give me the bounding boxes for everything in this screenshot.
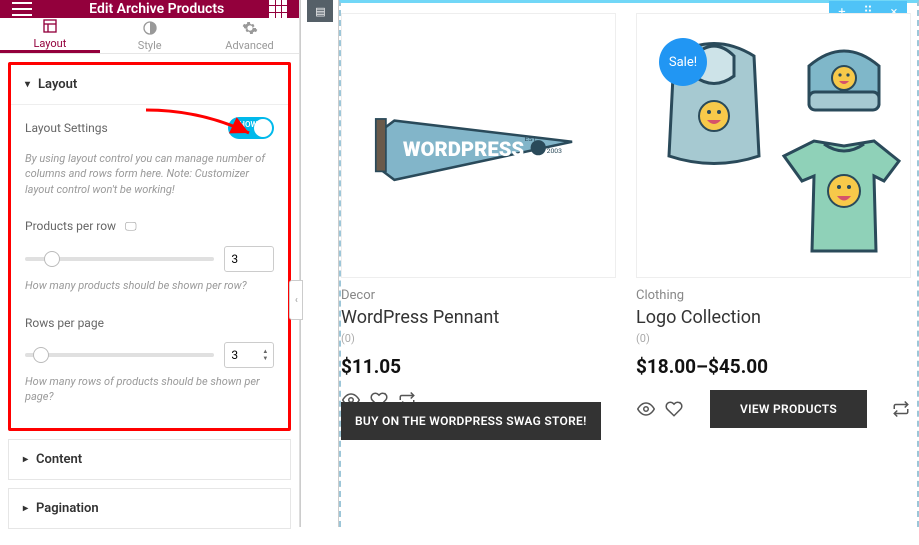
tab-advanced[interactable]: Advanced bbox=[200, 18, 300, 53]
layout-settings-toggle[interactable]: SHOW bbox=[228, 117, 274, 139]
svg-text:WORDPRESS: WORDPRESS bbox=[402, 137, 524, 161]
caret-right-icon: ▸ bbox=[23, 503, 28, 514]
section-pagination-header[interactable]: ▸ Pagination bbox=[9, 489, 290, 528]
product-name[interactable]: Logo Collection bbox=[636, 307, 911, 328]
editor-tabs: Layout Style Advanced bbox=[0, 18, 299, 54]
caret-right-icon: ▸ bbox=[23, 454, 28, 465]
rows-per-page-label: Rows per page bbox=[25, 316, 104, 330]
section-layout: ▾ Layout Layout Settings SHOW By using l… bbox=[11, 65, 288, 428]
structure-tab-icon[interactable]: ▤ bbox=[307, 0, 333, 22]
quickview-icon[interactable] bbox=[636, 399, 656, 419]
layout-icon bbox=[42, 18, 58, 34]
rows-per-page-row: Rows per page bbox=[25, 304, 274, 336]
product-category[interactable]: Decor bbox=[341, 288, 616, 303]
style-icon bbox=[142, 20, 158, 36]
number-spinner[interactable]: ▲▼ bbox=[262, 344, 272, 366]
header-title: Edit Archive Products bbox=[44, 1, 269, 17]
section-content: ▸ Content bbox=[8, 439, 291, 480]
product-image[interactable]: WORDPRESS EST 2003 bbox=[341, 13, 616, 278]
layout-settings-label: Layout Settings bbox=[25, 121, 108, 135]
menu-icon[interactable] bbox=[12, 2, 32, 16]
product-category[interactable]: Clothing bbox=[636, 288, 911, 303]
product-card: WORDPRESS EST 2003 Decor WordPress Penna… bbox=[341, 13, 616, 440]
products-per-row-row: Products per row 🖵 bbox=[25, 207, 274, 240]
preview-divider: ▤ ‹ bbox=[300, 0, 339, 527]
product-grid: WORDPRESS EST 2003 Decor WordPress Penna… bbox=[341, 7, 911, 440]
pennant-illustration: WORDPRESS EST 2003 bbox=[369, 86, 589, 206]
products-per-row-slider[interactable] bbox=[25, 257, 214, 261]
product-rating: (0) bbox=[636, 332, 911, 345]
product-rating: (0) bbox=[341, 332, 616, 345]
editor-sidebar: Edit Archive Products Layout Style Advan… bbox=[0, 0, 300, 527]
panel-body: ▾ Layout Layout Settings SHOW By using l… bbox=[0, 54, 299, 545]
products-per-row-input[interactable] bbox=[224, 246, 274, 272]
rows-per-page-slider[interactable] bbox=[25, 353, 214, 357]
section-layout-header[interactable]: ▾ Layout bbox=[11, 65, 288, 104]
highlight-annotation: ▾ Layout Layout Settings SHOW By using l… bbox=[8, 62, 291, 431]
sale-badge: Sale! bbox=[659, 38, 707, 86]
editor-header: Edit Archive Products bbox=[0, 0, 299, 18]
widgets-grid-icon[interactable] bbox=[269, 0, 287, 18]
product-card: Sale! bbox=[636, 13, 911, 440]
wishlist-icon[interactable] bbox=[664, 399, 684, 419]
products-per-row-help: How many products should be shown per ro… bbox=[25, 278, 274, 293]
svg-text:2003: 2003 bbox=[546, 146, 561, 154]
section-layout-content: Layout Settings SHOW By using layout con… bbox=[11, 104, 288, 428]
layout-settings-row: Layout Settings SHOW bbox=[25, 105, 274, 145]
product-image[interactable]: Sale! bbox=[636, 13, 911, 278]
compare-icon[interactable] bbox=[891, 399, 911, 419]
preview-canvas: + ⠿ × WORDPRESS EST 2003 Decor WordPress… bbox=[339, 0, 919, 527]
collapse-handle[interactable]: ‹ bbox=[289, 280, 303, 320]
svg-text:EST: EST bbox=[524, 134, 536, 142]
buy-button[interactable]: BUY ON THE WORDPRESS SWAG STORE! bbox=[341, 402, 601, 440]
product-actions: VIEW PRODUCTS bbox=[636, 390, 911, 428]
gear-icon bbox=[242, 20, 258, 36]
caret-down-icon: ▾ bbox=[25, 79, 30, 90]
rows-per-page-help: How many rows of products should be show… bbox=[25, 374, 274, 405]
product-price: $11.05 bbox=[341, 355, 616, 378]
tab-style[interactable]: Style bbox=[100, 18, 200, 53]
section-content-header[interactable]: ▸ Content bbox=[9, 440, 290, 479]
product-name[interactable]: WordPress Pennant bbox=[341, 307, 616, 328]
desktop-icon[interactable]: 🖵 bbox=[122, 219, 137, 233]
tab-layout[interactable]: Layout bbox=[0, 18, 100, 53]
product-price: $18.00–$45.00 bbox=[636, 355, 911, 378]
products-per-row-label: Products per row 🖵 bbox=[25, 219, 137, 234]
view-products-button[interactable]: VIEW PRODUCTS bbox=[710, 390, 867, 428]
section-pagination: ▸ Pagination bbox=[8, 488, 291, 529]
layout-settings-help: By using layout control you can manage n… bbox=[25, 151, 274, 197]
